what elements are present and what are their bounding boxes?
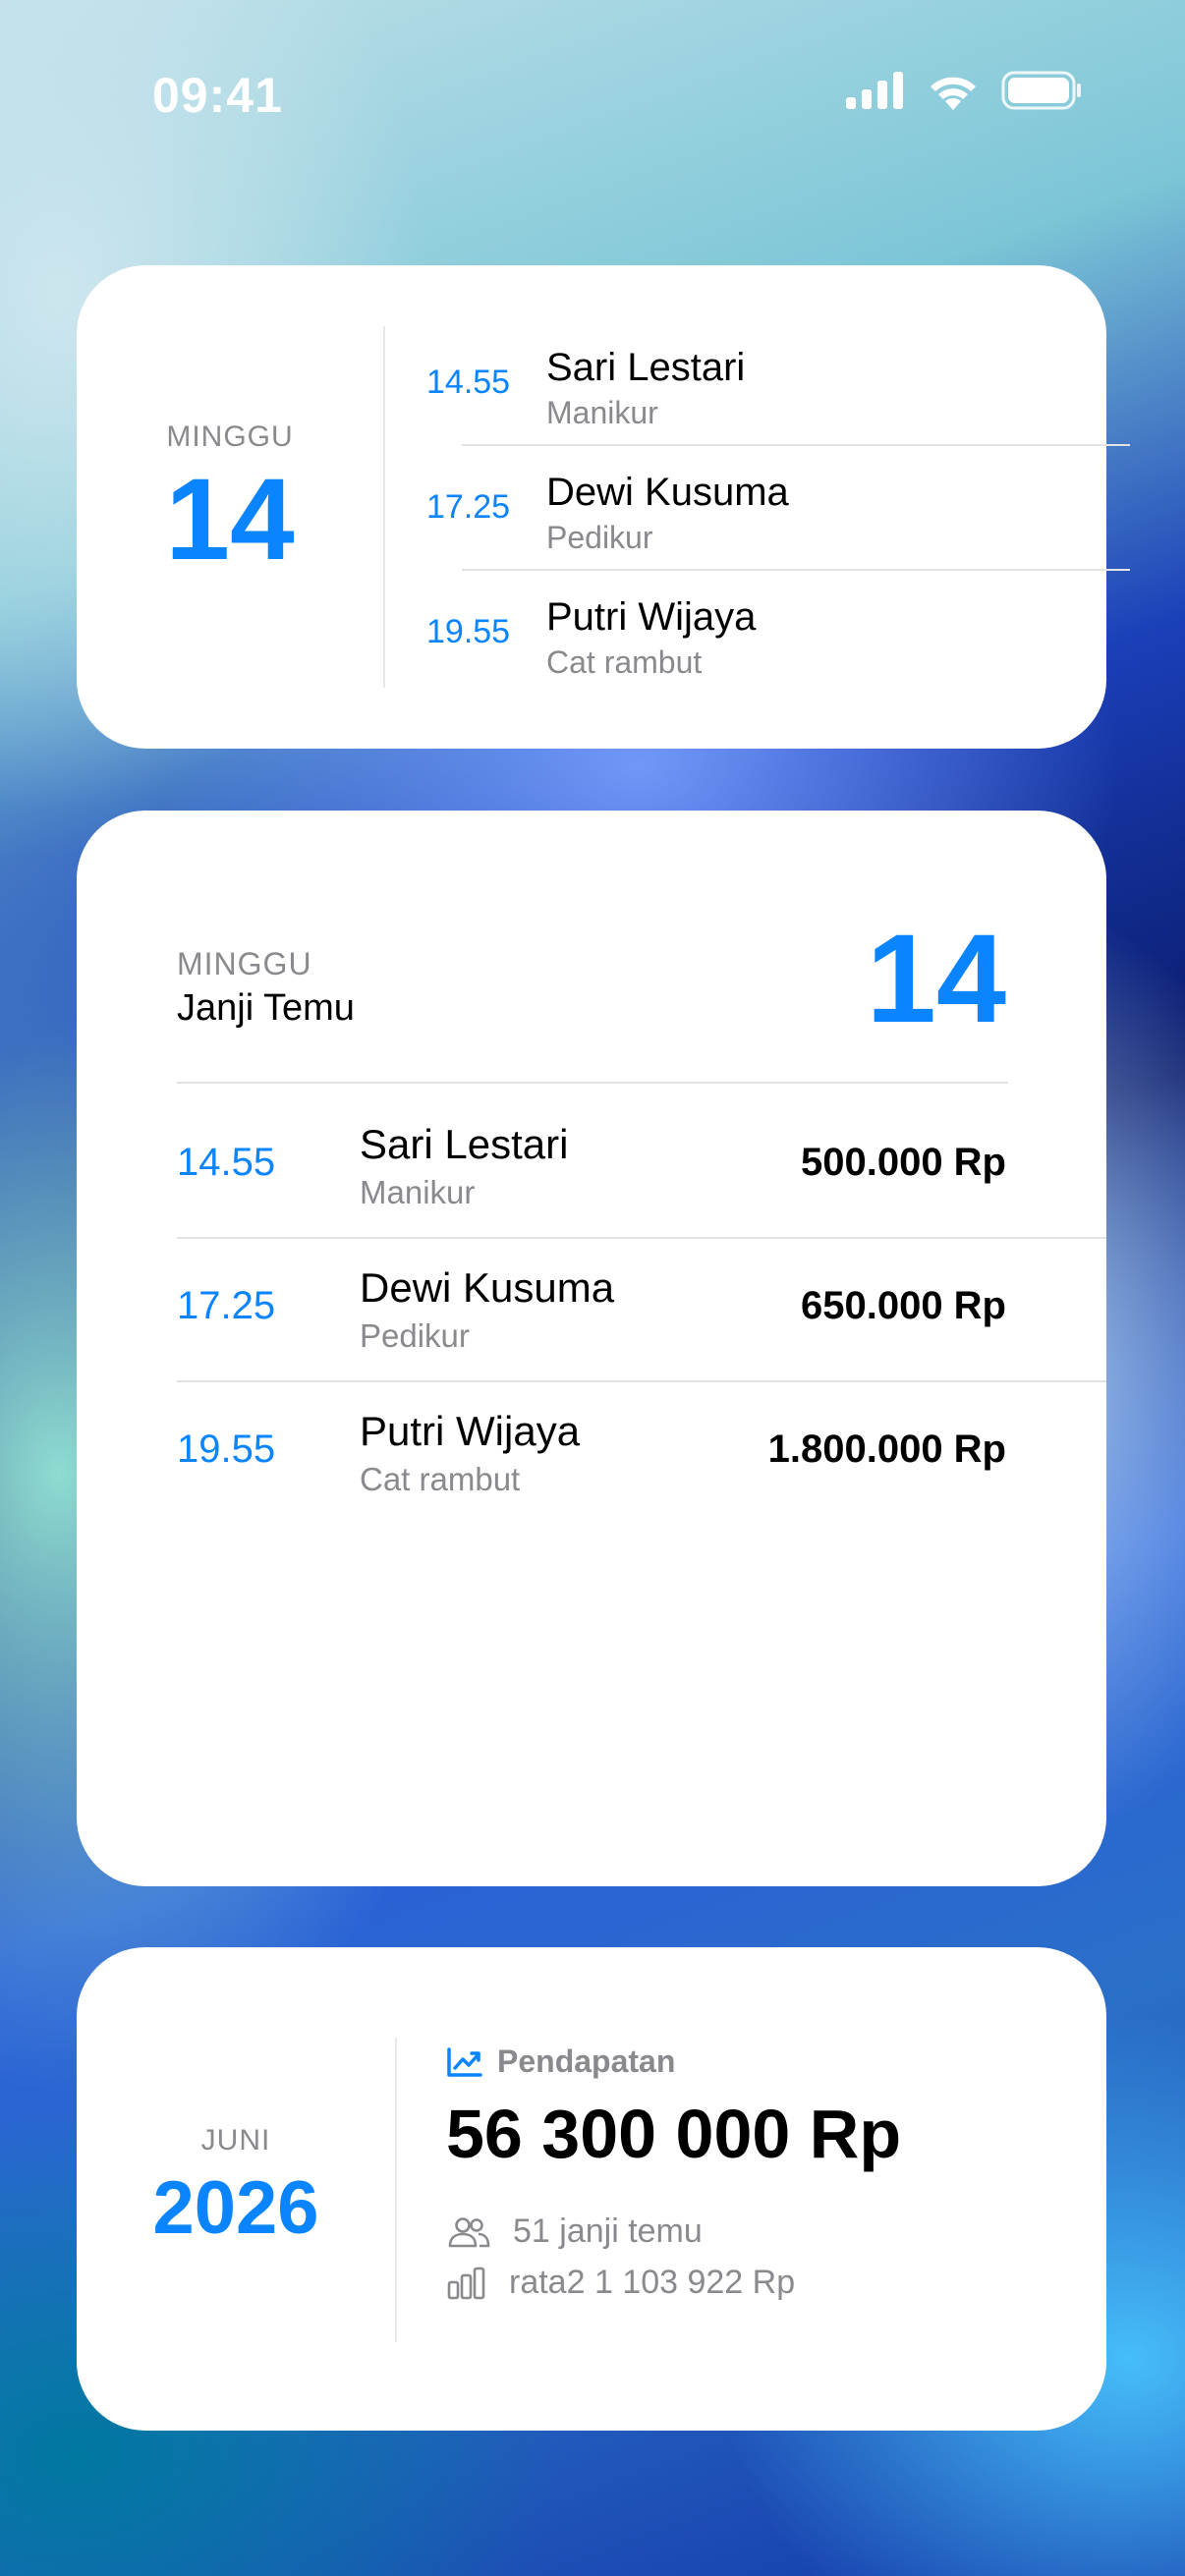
- service-name: Manikur: [546, 395, 658, 430]
- revenue-label-text: Pendapatan: [497, 2044, 676, 2079]
- status-bar: 09:41: [0, 0, 1185, 177]
- service-name: Pedikur: [546, 520, 653, 555]
- client-name: Putri Wijaya: [360, 1408, 581, 1454]
- bar-chart-icon: [447, 2267, 485, 2299]
- appointment-time: 14.55: [177, 1141, 276, 1184]
- client-name: Putri Wijaya: [546, 595, 757, 639]
- service-name: Cat rambut: [360, 1461, 521, 1497]
- divider: [383, 326, 385, 688]
- day-number: 14: [165, 455, 295, 585]
- header-divider: [177, 1082, 1008, 1084]
- client-name: Sari Lestari: [546, 346, 746, 389]
- appointment-price: 500.000 Rp: [800, 1141, 1006, 1184]
- month-label: JUNI: [200, 2124, 271, 2156]
- appointment-time: 14.55: [426, 364, 511, 401]
- appointments-count: 51 janji temu: [513, 2212, 703, 2250]
- status-time: 09:41: [152, 68, 283, 123]
- appointments-count-stat: 51 janji temu: [446, 2212, 703, 2251]
- appointment-row[interactable]: 19.55 Putri Wijaya Cat rambut 1.800.000 …: [77, 1380, 1106, 1524]
- people-icon: [448, 2216, 490, 2247]
- year-label: 2026: [152, 2166, 319, 2250]
- row-divider: [462, 444, 1130, 446]
- appointment-price: 1.800.000 Rp: [767, 1428, 1006, 1471]
- date-column: MINGGU 14: [77, 265, 383, 749]
- appointment-time: 19.55: [426, 613, 511, 650]
- appointment-row[interactable]: 14.55 Sari Lestari Manikur 500.000 Rp: [77, 1093, 1106, 1237]
- client-name: Dewi Kusuma: [360, 1264, 615, 1311]
- day-name: MINGGU: [177, 946, 312, 981]
- service-name: Cat rambut: [546, 644, 703, 680]
- service-name: Manikur: [360, 1174, 476, 1210]
- appointment-row[interactable]: 17.25 Dewi Kusuma Pedikur: [426, 451, 1065, 575]
- client-name: Sari Lestari: [360, 1121, 569, 1167]
- battery-icon: [1001, 71, 1081, 110]
- revenue-label: Pendapatan: [446, 2044, 675, 2080]
- appointment-row[interactable]: 17.25 Dewi Kusuma Pedikur 650.000 Rp: [77, 1237, 1106, 1380]
- average-value: rata2 1 103 922 Rp: [509, 2264, 796, 2301]
- appointments-widget-small[interactable]: MINGGU 14 14.55 Sari Lestari Manikur 17.…: [77, 265, 1130, 749]
- appointment-time: 17.25: [177, 1284, 276, 1327]
- appointment-price: 650.000 Rp: [800, 1284, 1006, 1327]
- appointment-row[interactable]: 14.55 Sari Lestari Manikur: [426, 326, 1065, 450]
- appointment-time: 19.55: [177, 1428, 276, 1471]
- day-name: MINGGU: [166, 420, 294, 453]
- cellular-signal-icon: [846, 72, 903, 109]
- service-name: Pedikur: [360, 1317, 470, 1354]
- trending-up-icon: [447, 2046, 482, 2077]
- appointment-time: 17.25: [426, 488, 511, 526]
- appointments-widget-large[interactable]: MINGGU Janji Temu 14 14.55 Sari Lestari …: [77, 811, 1106, 1886]
- average-stat: rata2 1 103 922 Rp: [446, 2264, 795, 2302]
- day-number: 14: [866, 909, 1006, 1049]
- row-divider: [462, 569, 1130, 571]
- wifi-icon: [931, 77, 976, 110]
- revenue-amount: 56 300 000 Rp: [446, 2096, 902, 2172]
- revenue-widget[interactable]: JUNI 2026 Pendapatan 56 300 000 Rp 51 ja…: [77, 1947, 1106, 2431]
- client-name: Dewi Kusuma: [546, 471, 789, 514]
- widget-title: Janji Temu: [177, 987, 355, 1029]
- appointment-row[interactable]: 19.55 Putri Wijaya Cat rambut: [426, 576, 1065, 700]
- status-icons: [846, 71, 1082, 110]
- divider: [395, 2038, 397, 2342]
